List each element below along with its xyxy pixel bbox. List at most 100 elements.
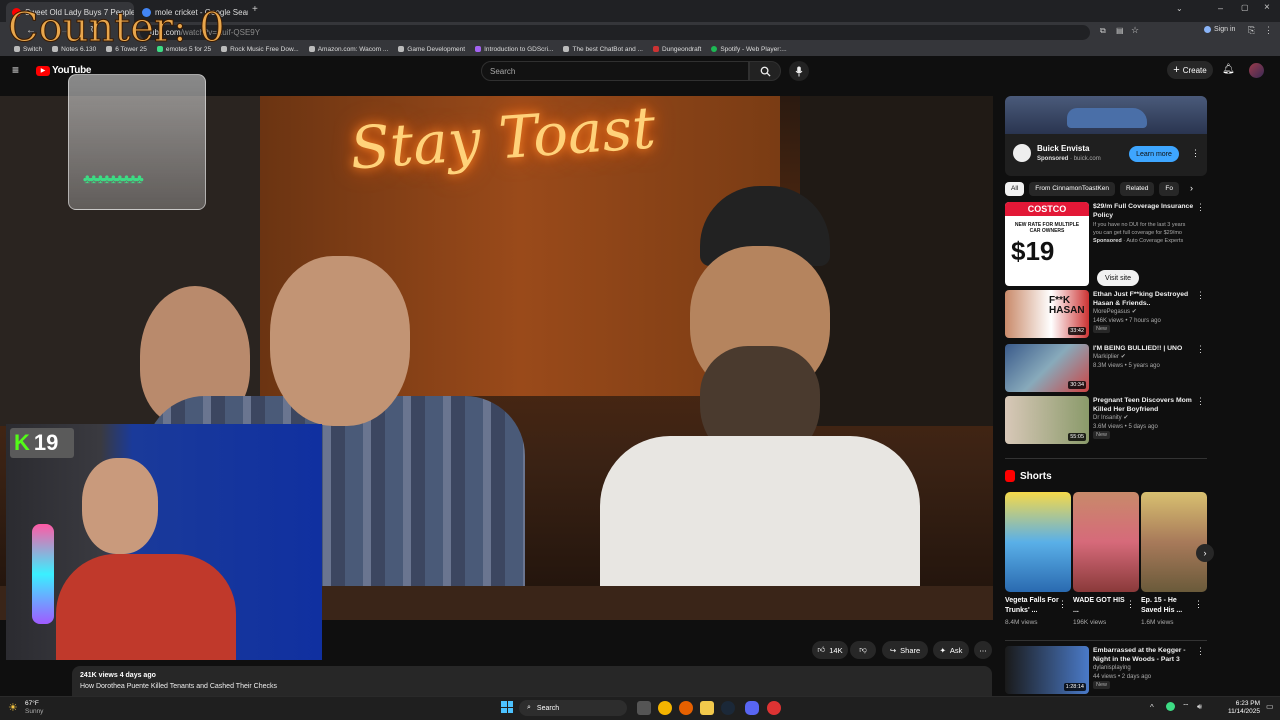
description-box[interactable]: 241K views 4 days ago How Dorothea Puent…	[72, 666, 992, 696]
steam-icon[interactable]	[721, 701, 735, 715]
notifications-bell-icon[interactable]: 🔔︎	[1222, 64, 1235, 75]
ad-menu-icon[interactable]: ⋮	[1191, 148, 1200, 159]
voice-search-button[interactable]	[789, 61, 809, 81]
firefox-icon[interactable]	[679, 701, 693, 715]
search-input[interactable]: Search	[481, 61, 749, 81]
sign-in-button[interactable]: Sign in	[1204, 26, 1235, 33]
more-options-icon[interactable]: ⋮	[1126, 599, 1135, 610]
bookmark-item[interactable]: Dungeondraft	[652, 46, 701, 53]
more-options-icon[interactable]: ⋮	[1196, 397, 1205, 406]
short-title[interactable]: WADE GOT HIS ...	[1073, 596, 1128, 616]
thumbs-up-icon: 👍︎	[817, 645, 826, 654]
more-options-icon[interactable]: ⋮	[1196, 345, 1205, 354]
short-title[interactable]: Vegeta Falls For Trunks' ...	[1005, 596, 1060, 616]
tab-search-icon[interactable]: ⌄	[1176, 4, 1183, 13]
ask-button[interactable]: ✦ Ask	[933, 641, 969, 659]
divider	[1005, 640, 1207, 641]
more-options-icon[interactable]: ⋮	[1196, 291, 1205, 300]
more-options-icon[interactable]: ⋮	[1196, 203, 1205, 212]
new-badge: New	[1093, 681, 1111, 689]
taskbar: ☀ 67°F Sunny ⌕ Search ^ ⌔ 🔊︎ 6:23 PM 11/14/…	[0, 696, 1280, 720]
bookmark-item[interactable]: Game Development	[398, 46, 465, 53]
chip-from-channel[interactable]: From CinnamonToastKen	[1029, 182, 1115, 196]
ad-card[interactable]: Buick Envista Sponsored · buick.com Lear…	[1005, 96, 1207, 176]
browser-menu-icon[interactable]: ⋮	[1264, 25, 1273, 36]
windows-start-icon[interactable]	[501, 701, 513, 713]
streamer-shirt	[56, 554, 236, 660]
speaker-icon[interactable]: 🔊︎	[1197, 702, 1202, 712]
short-thumbnail[interactable]	[1073, 492, 1139, 592]
bookmark-star-icon[interactable]: ☆	[1131, 25, 1139, 36]
url-input[interactable]: ube.com/watch?v=Xuif-QSE9Y	[140, 25, 1090, 40]
share-button[interactable]: ↪ Share	[882, 641, 928, 659]
bookmark-item[interactable]: Rock Music Free Dow...	[221, 46, 299, 53]
rec-channel: Markiplier	[1093, 354, 1120, 360]
create-label: Create	[1182, 65, 1207, 75]
dislike-button[interactable]: 👎︎	[850, 641, 876, 659]
notifications-icon[interactable]: ▭	[1266, 702, 1274, 711]
maximize-icon[interactable]: ▢	[1241, 3, 1249, 12]
extensions-icon[interactable]: ⎘	[1248, 25, 1255, 36]
costco-logo: COSTCO	[1005, 202, 1089, 216]
minimize-icon[interactable]: –	[1218, 3, 1223, 13]
obs-icon[interactable]	[767, 701, 781, 715]
file-explorer-icon[interactable]	[700, 701, 714, 715]
bookmark-label: Spotify - Web Player:...	[720, 45, 787, 53]
more-actions-button[interactable]: ⋯	[974, 641, 992, 659]
chips-next-icon[interactable]: ›	[1190, 183, 1193, 193]
create-button[interactable]: + Create	[1167, 61, 1213, 79]
clock-time: 6:23 PM	[1235, 700, 1260, 707]
bookmark-item[interactable]: Introduction to GDScri...	[475, 46, 553, 53]
search-button[interactable]	[749, 61, 781, 81]
ad-name: Buick Envista	[1037, 144, 1090, 153]
tray-app-icon[interactable]	[1166, 702, 1175, 711]
short-thumbnail[interactable]	[1005, 492, 1071, 592]
youtube-play-icon: ▶	[36, 65, 50, 76]
install-icon[interactable]: ⧉	[1100, 26, 1106, 36]
more-options-icon[interactable]: ⋮	[1196, 647, 1205, 656]
hamburger-menu-icon[interactable]: ≡	[12, 64, 19, 76]
chrome-icon[interactable]	[658, 701, 672, 715]
search-icon	[760, 66, 771, 77]
like-button[interactable]: 👍︎ 14K	[812, 641, 848, 659]
clock-date: 11/14/2025	[1227, 708, 1260, 715]
list-item[interactable]: 30:34 I'M BEING BULLIED!! | UNO Markiplie…	[1005, 344, 1207, 394]
task-view-icon[interactable]	[637, 701, 651, 715]
taskbar-search-label: Search	[536, 704, 560, 712]
visit-site-button[interactable]: Visit site	[1097, 270, 1139, 286]
learn-more-button[interactable]: Learn more	[1129, 146, 1179, 162]
list-item[interactable]: 55:05 Pregnant Teen Discovers Mom Killed…	[1005, 396, 1207, 446]
close-window-icon[interactable]: ×	[1264, 2, 1270, 13]
more-options-icon[interactable]: ⋮	[1058, 599, 1067, 610]
discord-icon[interactable]	[745, 701, 759, 715]
list-item[interactable]: 1:28:14 Embarrassed at the Kegger - Nigh…	[1005, 646, 1207, 696]
weather-sun-icon: ☀	[8, 702, 18, 714]
rec-channel: dylanisplaying	[1093, 665, 1131, 671]
reader-icon[interactable]: ▤	[1116, 26, 1124, 35]
more-options-icon[interactable]: ⋮	[1194, 599, 1203, 610]
wifi-icon[interactable]: ⌔	[1182, 702, 1190, 712]
list-item[interactable]: F**K HASAN 33:42 Ethan Just F**king Dest…	[1005, 290, 1207, 340]
short-title[interactable]: Ep. 15 - He Saved His ...	[1141, 596, 1196, 616]
tray-chevron-icon[interactable]: ^	[1150, 703, 1154, 712]
rec-meta: 8.3M views • 5 years ago	[1093, 362, 1160, 369]
avatar[interactable]	[1249, 63, 1264, 78]
chip-related[interactable]: Related	[1119, 182, 1155, 196]
short-thumbnail[interactable]	[1141, 492, 1207, 592]
chip-more[interactable]: Fo	[1159, 182, 1179, 196]
shorts-next-button[interactable]: ›	[1196, 544, 1214, 562]
video-thumbnail: 30:34	[1005, 344, 1089, 392]
clock[interactable]: 6:23 PM 11/14/2025	[1216, 700, 1260, 716]
bookmark-item[interactable]: Amazon.com: Wacom ...	[308, 46, 388, 53]
bookmark-item[interactable]: Spotify - Web Player:...	[711, 45, 787, 53]
taskbar-search[interactable]: ⌕ Search	[519, 700, 627, 716]
bookmark-item[interactable]: The best ChatBot and ...	[563, 46, 643, 53]
weather-widget[interactable]: 67°F Sunny	[25, 700, 43, 716]
thumb-price: $19	[1011, 236, 1055, 266]
sponsored-rec[interactable]: COSTCO NEW RATE FOR MULTIPLE CAR OWNERS …	[1005, 202, 1207, 288]
bookmark-icon	[652, 46, 659, 52]
chip-all[interactable]: All	[1005, 182, 1025, 196]
rec-title: Embarrassed at the Kegger - Night in the…	[1093, 647, 1186, 663]
like-pill[interactable]: 👍︎ 14K	[812, 641, 848, 659]
new-tab-icon[interactable]: +	[252, 4, 258, 15]
